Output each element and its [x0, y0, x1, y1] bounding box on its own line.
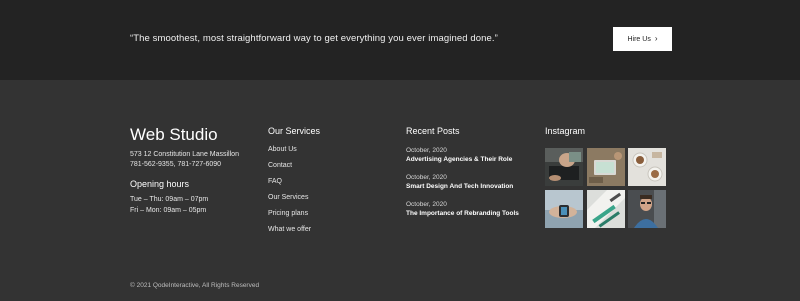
opening-hours: Tue – Thu: 09am – 07pm Fri – Mon: 09am –…	[130, 194, 208, 216]
instagram-grid	[545, 148, 666, 228]
instagram-image-tablet-desk[interactable]	[586, 148, 625, 186]
address: 573 12 Constitution Lane Massillon 781-5…	[130, 150, 239, 170]
instagram-image-smartwatch[interactable]	[545, 189, 583, 228]
instagram-image-drawing-tools[interactable]	[586, 189, 625, 228]
service-link-contact[interactable]: Contact	[268, 161, 311, 177]
post-date: October, 2020	[406, 201, 447, 208]
cta-quote: “The smoothest, most straightforward way…	[130, 33, 498, 44]
instagram-title: Instagram	[545, 126, 586, 136]
service-link-what-we-offer[interactable]: What we offer	[268, 225, 311, 241]
cta-banner: “The smoothest, most straightforward way…	[0, 0, 800, 80]
phone-line: 781-562-9355, 781-727-6090	[130, 161, 222, 168]
hours-line: Fri – Mon: 09am – 05pm	[130, 207, 207, 214]
brand-title: Web Studio	[130, 125, 218, 144]
copyright-text: © 2021 QodeInteractive, All Rights Reser…	[130, 282, 260, 289]
footer: Web Studio 573 12 Constitution Lane Mass…	[0, 80, 800, 301]
instagram-image-laptop-hands[interactable]	[545, 148, 583, 186]
services-list: About Us Contact FAQ Our Services Pricin…	[268, 145, 311, 241]
post-title-link[interactable]: Advertising Agencies & Their Role	[406, 155, 512, 164]
post-item: October, 2020 The Importance of Rebrandi…	[406, 200, 519, 218]
address-line: 573 12 Constitution Lane Massillon	[130, 151, 239, 158]
service-link-pricing-plans[interactable]: Pricing plans	[268, 209, 311, 225]
post-date: October, 2020	[406, 174, 447, 181]
chevron-right-icon: ›	[654, 34, 658, 43]
service-link-about-us[interactable]: About Us	[268, 145, 311, 161]
services-title: Our Services	[268, 126, 321, 136]
hire-us-button[interactable]: Hire Us ›	[613, 27, 672, 51]
post-item: October, 2020 Smart Design And Tech Inno…	[406, 173, 513, 191]
opening-hours-title: Opening hours	[130, 179, 190, 189]
service-link-our-services[interactable]: Our Services	[268, 193, 311, 209]
post-item: October, 2020 Advertising Agencies & The…	[406, 146, 512, 164]
post-title-link[interactable]: Smart Design And Tech Innovation	[406, 182, 513, 191]
recent-posts-title: Recent Posts	[406, 126, 460, 136]
post-date: October, 2020	[406, 147, 447, 154]
hours-line: Tue – Thu: 09am – 07pm	[130, 196, 209, 203]
post-title-link[interactable]: The Importance of Rebranding Tools	[406, 209, 519, 218]
instagram-image-man-glasses[interactable]	[628, 189, 666, 228]
service-link-faq[interactable]: FAQ	[268, 177, 311, 193]
hire-us-label: Hire Us	[627, 35, 651, 43]
instagram-image-coffee-cups[interactable]	[628, 148, 666, 186]
